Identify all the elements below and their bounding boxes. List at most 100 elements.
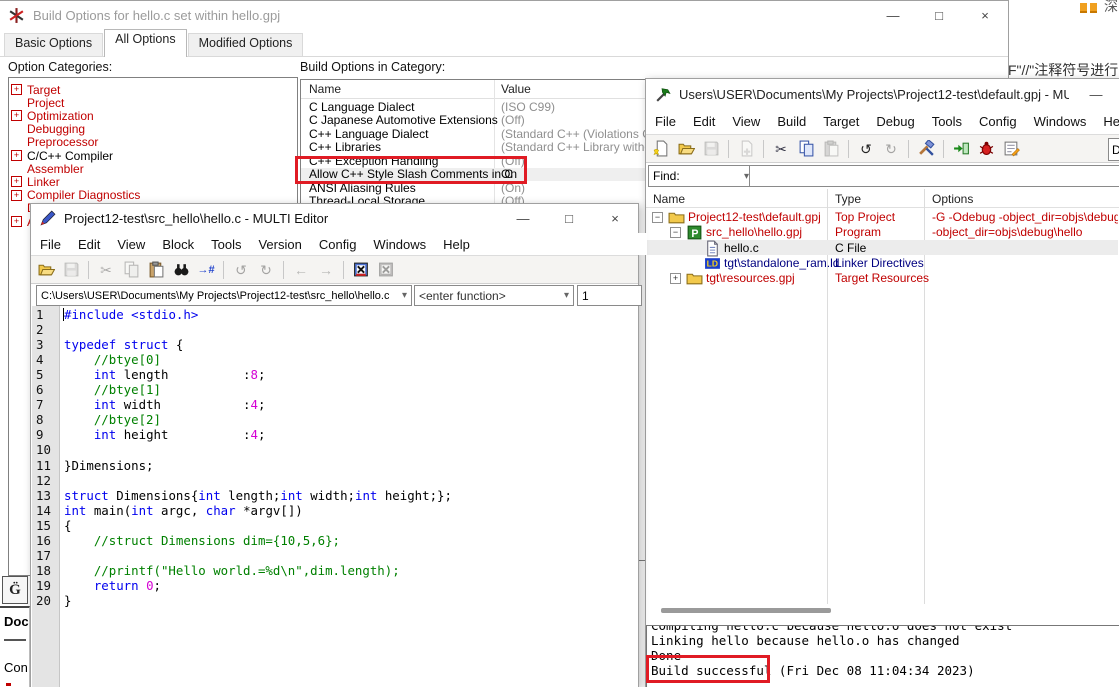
expand-plus-icon[interactable]: +: [11, 150, 22, 161]
code-line[interactable]: 5 int length :8;: [32, 367, 632, 382]
expand-minus-icon[interactable]: −: [652, 212, 663, 223]
menu-build[interactable]: Build: [777, 114, 806, 129]
connect-icon[interactable]: [950, 138, 972, 160]
expand-plus-icon[interactable]: +: [11, 110, 22, 121]
column-value[interactable]: Value: [501, 82, 531, 96]
code-line[interactable]: 20}: [32, 593, 632, 608]
menu-block[interactable]: Block: [162, 237, 194, 252]
file-path-combo[interactable]: C:\Users\USER\Documents\My Projects\Proj…: [36, 285, 412, 306]
notes-icon[interactable]: [1000, 138, 1022, 160]
chevron-down-icon[interactable]: ▾: [398, 290, 407, 301]
tree-row[interactable]: −Psrc_hello\hello.gpjProgram-object_dir=…: [647, 224, 1118, 239]
tree-column-options[interactable]: Options: [932, 192, 973, 206]
category-item[interactable]: Project: [11, 96, 64, 109]
tree-row[interactable]: hello.cC File: [647, 240, 1118, 255]
menu-edit[interactable]: Edit: [693, 114, 715, 129]
category-item[interactable]: +Target: [11, 83, 60, 96]
menu-windows[interactable]: Windows: [1034, 114, 1087, 129]
undo-icon[interactable]: ↺: [855, 138, 877, 160]
menu-tools[interactable]: Tools: [932, 114, 962, 129]
code-line[interactable]: 18 //printf("Hello world.=%d\n",dim.leng…: [32, 563, 632, 578]
expand-plus-icon[interactable]: +: [11, 176, 22, 187]
minimize-button[interactable]: —: [1073, 79, 1119, 109]
code-line[interactable]: 7 int width :4;: [32, 397, 632, 412]
menu-version[interactable]: Version: [258, 237, 301, 252]
chevron-down-icon[interactable]: ▾: [560, 290, 569, 301]
code-line[interactable]: 10: [32, 442, 632, 457]
minimize-button[interactable]: —: [500, 204, 546, 233]
goto-line-icon[interactable]: →#: [195, 259, 217, 281]
code-line[interactable]: 11}Dimensions;: [32, 458, 632, 473]
code-line[interactable]: 16 //struct Dimensions dim={10,5,6};: [32, 533, 632, 548]
category-item[interactable]: Assembler: [11, 162, 84, 175]
code-line[interactable]: 12: [32, 473, 632, 488]
close-button[interactable]: ×: [962, 1, 1008, 29]
code-line[interactable]: 14int main(int argc, char *argv[]): [32, 503, 632, 518]
line-number-field[interactable]: 1: [577, 285, 642, 306]
expand-plus-icon[interactable]: +: [11, 190, 22, 201]
tree-row[interactable]: −Project12-test\default.gpjTop Project-G…: [647, 209, 1118, 224]
menu-debug[interactable]: Debug: [876, 114, 914, 129]
menu-target[interactable]: Target: [823, 114, 859, 129]
find-combo[interactable]: Find: ▾: [648, 165, 754, 187]
tree-column-name[interactable]: Name: [653, 192, 685, 206]
menu-view[interactable]: View: [732, 114, 760, 129]
code-line[interactable]: 6 //btye[1]: [32, 382, 632, 397]
code-line[interactable]: 2: [32, 322, 632, 337]
chevron-down-icon[interactable]: ▾: [740, 171, 749, 182]
code-line[interactable]: 1#include <stdio.h>: [32, 307, 632, 322]
find-icon[interactable]: [170, 259, 192, 281]
paste-icon[interactable]: [145, 259, 167, 281]
menu-tools[interactable]: Tools: [211, 237, 241, 252]
category-item[interactable]: +Optimization: [11, 109, 94, 122]
code-line[interactable]: 3typedef struct {: [32, 337, 632, 352]
tab-modified-options[interactable]: Modified Options: [188, 33, 304, 57]
menu-view[interactable]: View: [117, 237, 145, 252]
expand-plus-icon[interactable]: +: [670, 273, 681, 284]
menu-file[interactable]: File: [655, 114, 676, 129]
tree-row[interactable]: +tgt\resources.gpjTarget Resources: [647, 270, 1118, 285]
xtable-icon[interactable]: [350, 259, 372, 281]
menu-windows[interactable]: Windows: [373, 237, 426, 252]
horizontal-scrollbar[interactable]: [661, 608, 831, 613]
menu-config[interactable]: Config: [979, 114, 1017, 129]
copy-icon[interactable]: [795, 138, 817, 160]
expand-plus-icon[interactable]: +: [11, 84, 22, 95]
code-line[interactable]: 8 //btye[2]: [32, 412, 632, 427]
tree-row[interactable]: LDtgt\standalone_ram.ldLinker Directives: [647, 255, 1118, 270]
category-item[interactable]: Debugging: [11, 123, 85, 136]
category-item[interactable]: +C/C++ Compiler: [11, 149, 113, 162]
code-line[interactable]: 9 int height :4;: [32, 427, 632, 442]
expand-plus-icon[interactable]: +: [11, 216, 22, 227]
code-line[interactable]: 19 return 0;: [32, 578, 632, 593]
debug-icon[interactable]: [975, 138, 997, 160]
find-input[interactable]: [749, 165, 1119, 187]
category-item[interactable]: Preprocessor: [11, 136, 98, 149]
category-item[interactable]: +Linker: [11, 175, 60, 188]
open-folder-icon[interactable]: [35, 259, 57, 281]
close-button[interactable]: ×: [592, 204, 638, 233]
toolbar-fragment-field[interactable]: D: [1108, 138, 1119, 161]
expand-minus-icon[interactable]: −: [670, 227, 681, 238]
build-icon[interactable]: [915, 138, 937, 160]
function-combo[interactable]: <enter function> ▾: [414, 285, 574, 306]
maximize-button[interactable]: □: [916, 1, 962, 29]
menu-config[interactable]: Config: [319, 237, 357, 252]
code-line[interactable]: 15{: [32, 518, 632, 533]
menu-edit[interactable]: Edit: [78, 237, 100, 252]
menu-help[interactable]: Help: [1103, 114, 1119, 129]
open-folder-icon[interactable]: [675, 138, 697, 160]
menu-file[interactable]: File: [40, 237, 61, 252]
new-file-icon[interactable]: [650, 138, 672, 160]
ime-language-icon[interactable]: G̈: [2, 576, 28, 604]
code-line[interactable]: 4 //btye[0]: [32, 352, 632, 367]
maximize-button[interactable]: □: [546, 204, 592, 233]
column-name[interactable]: Name: [309, 82, 341, 96]
code-line[interactable]: 17: [32, 548, 632, 563]
tab-basic-options[interactable]: Basic Options: [4, 33, 103, 57]
menu-help[interactable]: Help: [443, 237, 470, 252]
minimize-button[interactable]: —: [870, 1, 916, 29]
category-item[interactable]: +Compiler Diagnostics: [11, 189, 140, 202]
cut-icon[interactable]: ✂: [770, 138, 792, 160]
tab-all-options[interactable]: All Options: [104, 29, 186, 57]
